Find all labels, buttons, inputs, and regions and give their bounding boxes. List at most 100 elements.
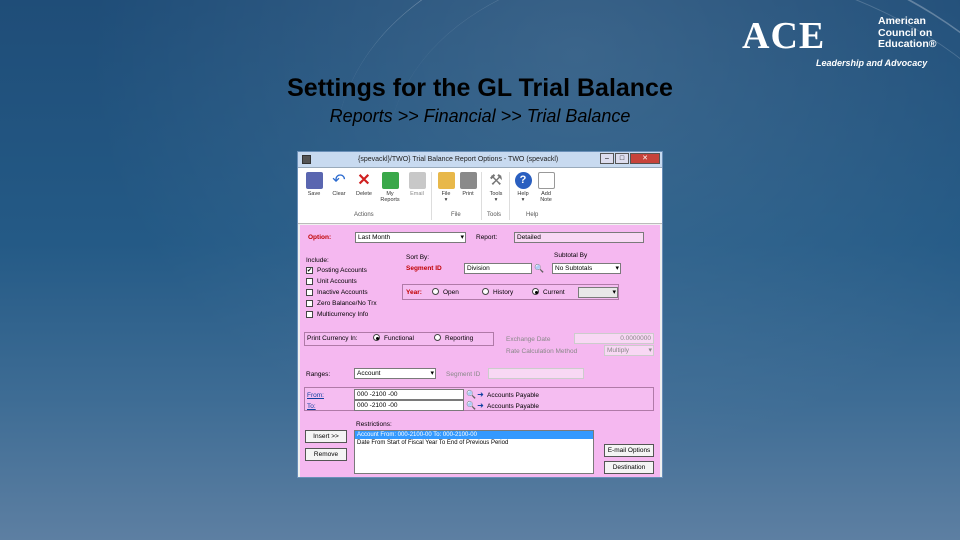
year-current-label: Current [543,289,565,296]
email-label: Email [410,191,424,197]
logo-org-line: American [878,15,926,27]
zero-balance-label: Zero Balance/No Trx [317,300,377,307]
ribbon-toolbar: Save ↶ Clear ✕ Delete My Reports Email F… [298,168,662,224]
year-label: Year: [406,289,422,296]
maximize-button[interactable]: □ [615,153,629,164]
from-label: From: [307,392,324,399]
subtotal-by-dropdown[interactable]: No Subtotals [552,263,621,274]
subtotal-by-label: Subtotal By [554,252,588,259]
toolbar-group-actions: Actions [354,212,374,218]
rate-calc-label: Rate Calculation Method [506,348,578,355]
report-label: Report: [476,234,498,241]
ranges-label: Ranges: [306,371,331,378]
toolbar-group-file: File [451,212,461,218]
logo-tagline: Leadership and Advocacy [816,58,928,68]
logo-org-name: American Council on Education® [878,15,937,51]
minimize-button[interactable]: – [600,153,614,164]
clear-button[interactable]: ↶ Clear [327,172,351,197]
my-reports-label: Reports [380,197,400,203]
from-lookup-icon[interactable]: 🔍 [466,390,476,399]
restrictions-list[interactable]: Account From: 000-2100-00 To: 000-2100-0… [354,430,594,474]
email-button[interactable]: Email [405,172,429,197]
currency-reporting-radio[interactable] [434,334,441,341]
clear-label: Clear [332,191,346,197]
note-icon [537,172,555,189]
toolbar-group-help: Help [526,212,539,218]
app-icon [302,155,311,164]
trial-balance-report-options-window: {spevackl}/TWO} Trial Balance Report Opt… [297,151,663,478]
file-label: File [441,191,451,197]
from-expand-arrow-icon[interactable]: ➜ [476,390,485,399]
help-menu-button[interactable]: ? Help ▾ [511,172,535,203]
close-button[interactable]: ✕ [630,153,660,164]
restrictions-label: Restrictions: [356,421,392,428]
slide-title: Settings for the GL Trial Balance [287,74,673,102]
segment-id-label: Segment ID [406,265,442,272]
list-item[interactable]: Account From: 000-2100-00 To: 000-2100-0… [355,431,593,439]
ranges-dropdown[interactable]: Account [354,368,436,379]
my-reports-icon [381,172,399,189]
year-current-radio[interactable] [532,288,539,295]
toolbar-separator [509,172,510,220]
help-icon: ? [514,172,532,189]
unit-accounts-checkbox[interactable] [306,278,313,285]
inactive-accounts-checkbox[interactable] [306,289,313,296]
my-reports-button[interactable]: My Reports [378,172,402,203]
add-note-button[interactable]: Add Note [534,172,558,203]
add-note-label: Note [540,197,552,203]
delete-button[interactable]: ✕ Delete [352,172,376,197]
list-item[interactable]: Date From Start of Fiscal Year To End of… [355,439,593,447]
file-menu-button[interactable]: File ▾ [434,172,458,203]
year-open-label: Open [443,289,459,296]
from-description: Accounts Payable [487,392,540,399]
year-dropdown[interactable] [578,287,618,298]
inactive-accounts-label: Inactive Accounts [317,289,368,296]
exchange-date-label: Exchange Date [506,336,551,343]
slide-subtitle: Reports >> Financial >> Trial Balance [329,106,631,126]
logo-org-line: Education® [878,38,937,50]
destination-button[interactable]: Destination [604,461,654,474]
segment-id-field[interactable]: Division [464,263,532,274]
to-label: To: [307,403,316,410]
option-dropdown[interactable]: Last Month [355,232,466,243]
exchange-rate-field: 0.0000000 [574,333,654,344]
multicurrency-checkbox[interactable] [306,311,313,318]
toolbar-separator [431,172,432,220]
from-field[interactable]: 000 -2100 -00 [354,389,464,400]
window-title: {spevackl}/TWO} Trial Balance Report Opt… [358,156,559,163]
segment-id2-field [488,368,584,379]
currency-functional-label: Functional [384,335,414,342]
year-history-label: History [493,289,514,296]
remove-button[interactable]: Remove [305,448,347,461]
year-history-radio[interactable] [482,288,489,295]
toolbar-separator [481,172,482,220]
email-options-button[interactable]: E-mail Options [604,444,654,457]
to-expand-arrow-icon[interactable]: ➜ [476,401,485,410]
to-field[interactable]: 000 -2100 -00 [354,400,464,411]
option-label: Option: [308,234,332,241]
printer-icon [459,172,477,189]
year-open-radio[interactable] [432,288,439,295]
tools-icon: ⚒ [489,172,503,189]
email-icon [408,172,426,189]
to-lookup-icon[interactable]: 🔍 [466,401,476,410]
tools-menu-button[interactable]: ⚒ Tools ▾ [484,172,508,203]
save-button[interactable]: Save [302,172,326,197]
multicurrency-label: Multicurrency Info [317,311,369,318]
posting-accounts-checkbox[interactable]: ✔ [306,267,313,274]
insert-button[interactable]: Insert >> [305,430,347,443]
toolbar-group-tools: Tools [487,212,502,218]
folder-icon [437,172,455,189]
tools-label: Tools [489,191,503,197]
delete-label: Delete [356,191,372,197]
report-field[interactable]: Detailed [514,232,644,243]
zero-balance-checkbox[interactable] [306,300,313,307]
lookup-icon[interactable]: 🔍 [534,264,544,273]
include-label: Include: [306,257,329,264]
logo-wordmark: ACE [742,15,826,57]
ace-logo: ACE American Council on Education® Leade… [742,14,942,72]
currency-functional-radio[interactable] [373,334,380,341]
print-currency-label: Print Currency In: [307,335,358,342]
print-button[interactable]: Print [456,172,480,197]
save-icon [305,172,323,189]
